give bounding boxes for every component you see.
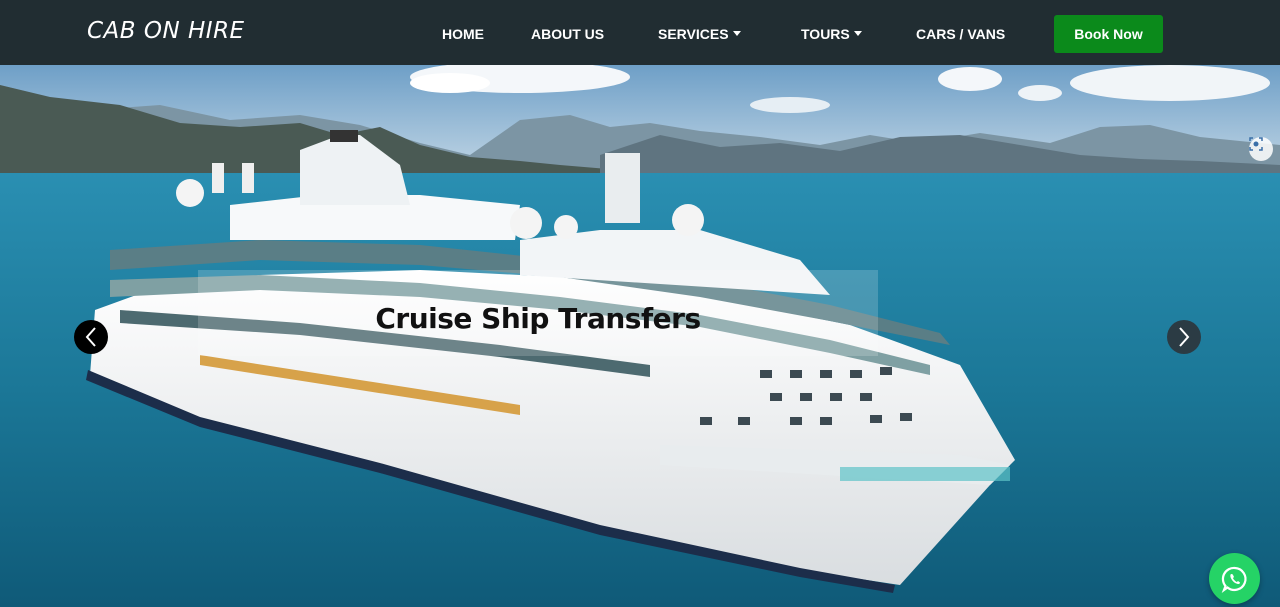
- carousel-prev-button[interactable]: [74, 320, 108, 354]
- chevron-right-icon: [1179, 327, 1190, 347]
- nav-tours-dropdown[interactable]: TOURS: [801, 26, 862, 42]
- nav-home[interactable]: HOME: [442, 26, 484, 42]
- book-now-button[interactable]: Book Now: [1054, 15, 1163, 53]
- caret-down-icon: [853, 30, 862, 36]
- whatsapp-button[interactable]: [1209, 553, 1260, 604]
- brand-logo[interactable]: CAB ON HIRE: [87, 18, 245, 44]
- caret-down-icon: [732, 30, 741, 36]
- nav-services-label: SERVICES: [658, 26, 729, 42]
- chevron-left-icon: [85, 327, 96, 347]
- top-navbar: CAB ON HIRE HOME ABOUT US SERVICES TOURS…: [0, 0, 1280, 65]
- carousel-next-button[interactable]: [1167, 320, 1201, 354]
- lens-icon[interactable]: [1249, 137, 1273, 161]
- nav-about-us[interactable]: ABOUT US: [531, 26, 604, 42]
- nav-services-dropdown[interactable]: SERVICES: [658, 26, 741, 42]
- nav-cars-vans[interactable]: CARS / VANS: [916, 26, 1005, 42]
- whatsapp-icon: [1221, 566, 1247, 593]
- slide-caption: Cruise Ship Transfers: [375, 302, 701, 335]
- nav-tours-label: TOURS: [801, 26, 850, 42]
